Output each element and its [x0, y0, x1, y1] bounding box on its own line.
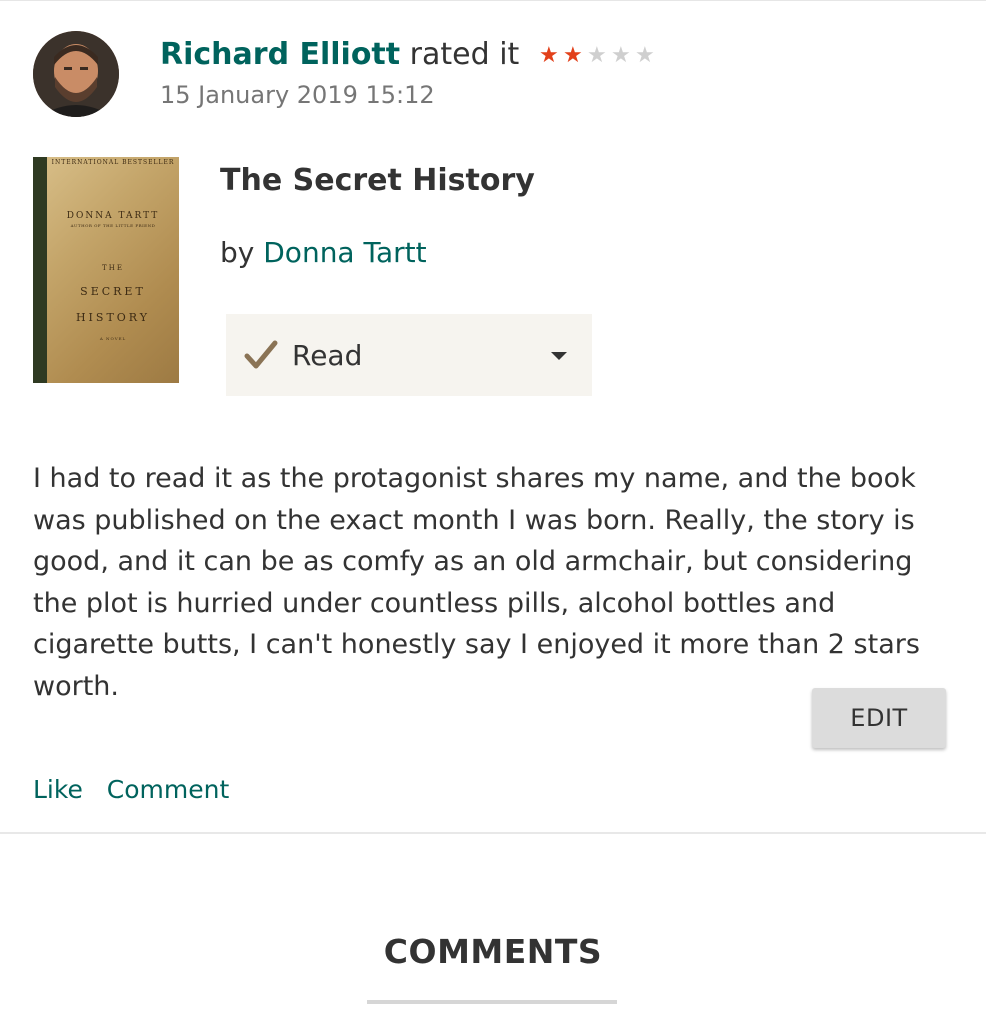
- review-body-text: I had to read it as the protagonist shar…: [33, 463, 920, 702]
- comments-heading: COMMENTS: [383, 932, 603, 971]
- shelf-status-label: Read: [292, 338, 363, 372]
- star-filled-icon: ★: [562, 43, 583, 68]
- reviewer-name-link[interactable]: Richard Elliott: [160, 37, 400, 72]
- cover-title-line3: HISTORY: [75, 311, 151, 324]
- shelf-status-dropdown[interactable]: Read: [226, 314, 592, 396]
- rating-stars: ★ ★ ★ ★ ★: [537, 35, 657, 77]
- caret-down-icon: [551, 352, 567, 360]
- author-link[interactable]: Donna Tartt: [263, 236, 426, 269]
- review-date[interactable]: 15 January 2019 15:12: [160, 78, 435, 112]
- book-author-line: by Donna Tartt: [220, 233, 427, 273]
- star-empty-icon: ★: [634, 43, 655, 68]
- cover-author: DONNA TARTT: [66, 211, 160, 221]
- cover-title-line1: THE: [102, 264, 124, 272]
- rated-it-text: rated it: [409, 37, 520, 72]
- edit-button[interactable]: EDIT: [812, 688, 946, 748]
- section-divider: [0, 832, 986, 834]
- review-actions: Like Comment: [33, 772, 245, 808]
- avatar-image: [33, 31, 119, 117]
- cover-byline: AUTHOR OF THE LITTLE FRIEND: [70, 223, 156, 228]
- by-prefix: by: [220, 236, 255, 269]
- top-divider: [0, 0, 986, 1]
- star-empty-icon: ★: [586, 43, 607, 68]
- reviewer-avatar[interactable]: [33, 31, 119, 117]
- like-link[interactable]: Like: [33, 775, 83, 804]
- cover-title-line2: SECRET: [80, 285, 146, 298]
- book-cover[interactable]: INTERNATIONAL BESTSELLER DONNA TARTT AUT…: [33, 157, 179, 383]
- star-filled-icon: ★: [538, 43, 559, 68]
- cover-banner: INTERNATIONAL BESTSELLER: [51, 159, 175, 166]
- comments-heading-underline: [367, 1000, 617, 1004]
- review-header: Richard Elliott rated it ★ ★ ★ ★ ★: [160, 34, 657, 77]
- cover-spine: [33, 157, 47, 383]
- book-title-link[interactable]: The Secret History: [220, 160, 535, 202]
- cover-subtitle: A NOVEL: [99, 336, 127, 341]
- comment-link[interactable]: Comment: [107, 775, 230, 804]
- check-icon: [244, 340, 278, 369]
- star-empty-icon: ★: [610, 43, 631, 68]
